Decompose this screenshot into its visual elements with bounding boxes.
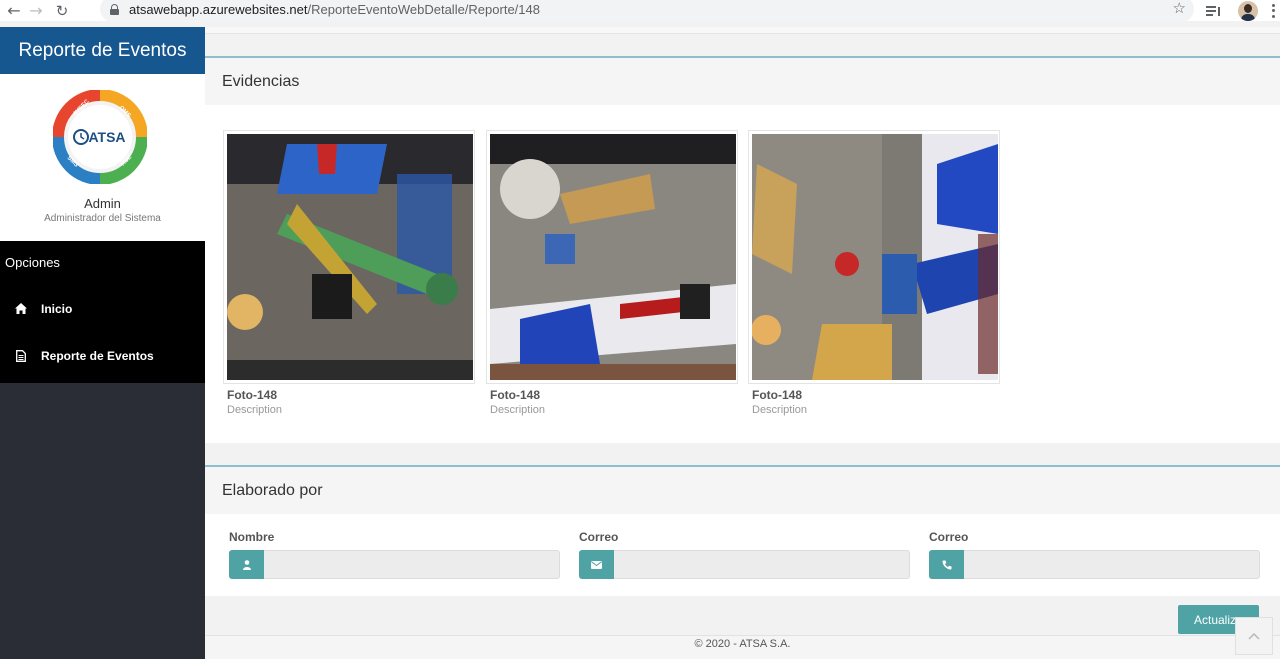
star-icon[interactable]: ☆ — [1173, 0, 1186, 17]
footer-copyright: © 2020 - ATSA S.A. — [694, 638, 791, 650]
top-strip — [205, 27, 1280, 34]
photo-caption: Foto-148 — [752, 388, 803, 402]
photo-description: Description — [752, 404, 808, 416]
sidebar-item-reporte-de-eventos[interactable]: Reporte de Eventos — [0, 332, 205, 379]
field-label: Correo — [579, 530, 619, 544]
user-role: Administrador del Sistema — [44, 213, 161, 224]
photo-thumbnail[interactable] — [751, 134, 998, 380]
reload-icon[interactable]: ↻ — [48, 0, 76, 21]
evidencias-title: Evidencias — [205, 58, 1280, 105]
user-icon — [229, 550, 264, 579]
forward-arrow-icon[interactable]: → — [22, 0, 50, 21]
sidebar: Reporte de Eventos ATSA AVSEC OMS HSE SM… — [0, 27, 205, 659]
evidence-photo-1[interactable]: Foto-148 Description — [223, 130, 475, 416]
phone-icon — [929, 550, 964, 579]
browser-toolbar: ← → ↻ atsawebapp.azurewebsites.net/Repor… — [0, 0, 1280, 22]
field-label: Correo — [929, 530, 969, 544]
elaborado-panel: Elaborado por Nombre Correo Correo — [205, 465, 1280, 596]
svg-text:ATSA: ATSA — [88, 129, 125, 145]
profile-avatar-icon[interactable] — [1238, 0, 1258, 21]
photo-caption: Foto-148 — [490, 388, 541, 402]
url-host: atsawebapp.azurewebsites.net — [129, 1, 308, 17]
photo-description: Description — [227, 404, 283, 416]
telefono-field: Correo — [929, 530, 1260, 579]
address-bar[interactable]: atsawebapp.azurewebsites.net/ReporteEven… — [100, 0, 1194, 22]
sidebar-menu: Opciones Inicio Reporte de Eventos — [0, 241, 205, 383]
document-icon — [0, 349, 41, 362]
sidebar-item-label: Reporte de Eventos — [41, 348, 154, 363]
user-profile: ATSA AVSEC OMS HSE SMS Admin Administrad… — [0, 74, 205, 241]
footer: © 2020 - ATSA S.A. — [205, 635, 1280, 659]
home-icon — [0, 303, 41, 314]
sidebar-item-inicio[interactable]: Inicio — [0, 285, 205, 332]
scroll-to-top-button[interactable] — [1235, 617, 1273, 655]
lock-icon[interactable] — [110, 3, 119, 15]
envelope-icon — [579, 550, 614, 579]
sidebar-item-label: Inicio — [41, 301, 73, 316]
chevron-up-icon — [1248, 632, 1260, 640]
photo-thumbnail[interactable] — [227, 134, 473, 380]
url-path: /ReporteEventoWebDetalle/Reporte/148 — [307, 1, 540, 17]
correo-field: Correo — [579, 530, 910, 579]
evidence-photo-2[interactable]: Foto-148 Description — [486, 130, 738, 416]
nombre-input[interactable] — [264, 550, 560, 579]
main-content: Evidencias Foto-148 Description Foto-148… — [205, 27, 1280, 659]
evidencias-panel: Evidencias Foto-148 Description Foto-148… — [205, 56, 1280, 443]
evidence-photo-3[interactable]: Foto-148 Description — [748, 130, 1000, 416]
correo-input[interactable] — [614, 550, 910, 579]
photo-caption: Foto-148 — [227, 388, 278, 402]
elaborado-title: Elaborado por — [205, 467, 1280, 514]
media-playlist-icon[interactable] — [1206, 5, 1222, 17]
photo-thumbnail[interactable] — [490, 134, 736, 380]
menu-section-label: Opciones — [5, 255, 60, 270]
nombre-field: Nombre — [229, 530, 560, 579]
telefono-input[interactable] — [964, 550, 1260, 579]
app-title[interactable]: Reporte de Eventos — [0, 27, 205, 74]
atsa-logo: ATSA AVSEC OMS HSE SMS — [53, 90, 147, 184]
user-name: Admin — [84, 196, 121, 211]
photo-description: Description — [490, 404, 546, 416]
field-label: Nombre — [229, 530, 275, 544]
more-menu-icon[interactable] — [1272, 3, 1276, 18]
